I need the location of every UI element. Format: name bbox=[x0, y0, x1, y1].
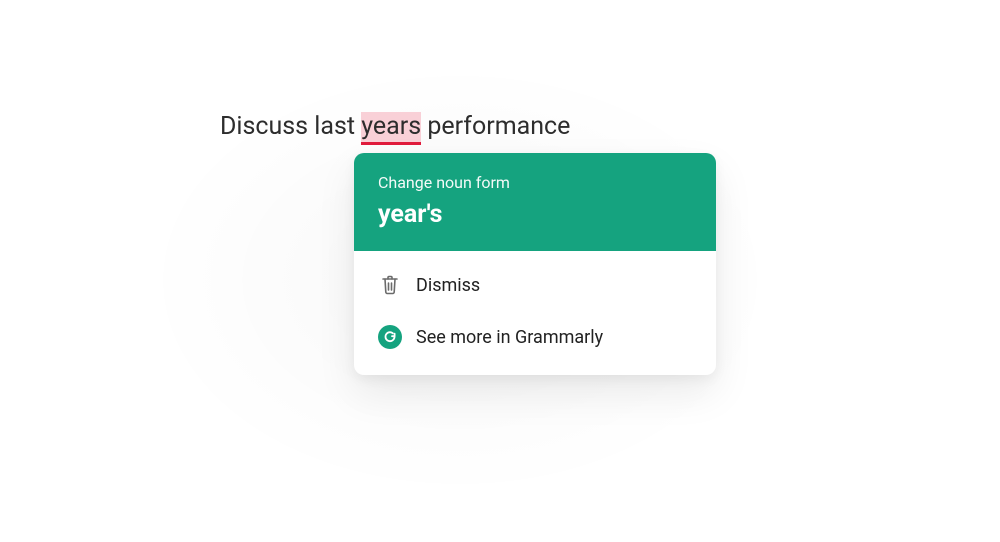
see-more-label: See more in Grammarly bbox=[416, 327, 603, 348]
dismiss-button[interactable]: Dismiss bbox=[354, 259, 716, 311]
suggestion-type-label: Change noun form bbox=[378, 173, 692, 192]
dismiss-label: Dismiss bbox=[416, 275, 480, 296]
error-highlight[interactable]: years bbox=[361, 112, 421, 145]
popup-body: Dismiss See more in Grammarly bbox=[354, 251, 716, 375]
text-after: performance bbox=[421, 112, 570, 141]
grammarly-icon bbox=[378, 325, 402, 349]
trash-icon bbox=[378, 273, 402, 297]
text-before: Discuss last bbox=[220, 112, 361, 141]
see-more-button[interactable]: See more in Grammarly bbox=[354, 311, 716, 363]
suggestion-popup: Change noun form year's Dismiss bbox=[354, 153, 716, 375]
suggestion-text: year's bbox=[378, 200, 692, 229]
editor-text[interactable]: Discuss last years performance bbox=[220, 112, 570, 141]
suggestion-header[interactable]: Change noun form year's bbox=[354, 153, 716, 251]
